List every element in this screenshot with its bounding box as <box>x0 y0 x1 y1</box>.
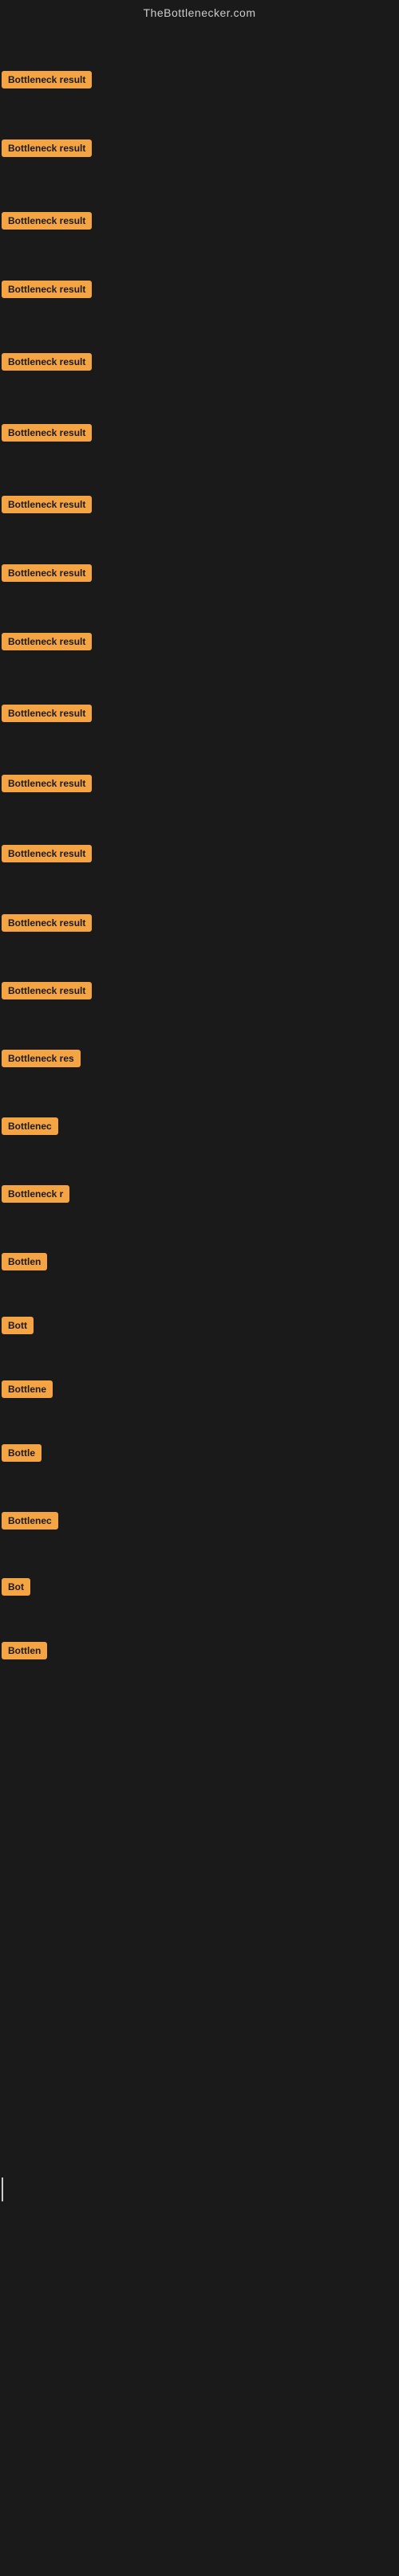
bottleneck-item[interactable]: Bottleneck result <box>2 281 92 302</box>
bottleneck-item[interactable]: Bottleneck result <box>2 564 92 586</box>
bottleneck-badge: Bottleneck result <box>2 212 92 230</box>
bottleneck-item[interactable]: Bottleneck result <box>2 212 92 234</box>
bottleneck-item[interactable]: Bottle <box>2 1444 41 1466</box>
bottleneck-badge: Bottleneck result <box>2 353 92 371</box>
bottleneck-item[interactable]: Bottleneck result <box>2 353 92 375</box>
bottleneck-item[interactable]: Bottleneck result <box>2 71 92 92</box>
bottleneck-badge: Bott <box>2 1317 34 1334</box>
bottleneck-item[interactable]: Bot <box>2 1578 30 1600</box>
bottleneck-badge: Bottleneck result <box>2 496 92 513</box>
bottleneck-badge: Bottlen <box>2 1642 47 1659</box>
bottleneck-badge: Bottleneck result <box>2 914 92 932</box>
bottleneck-item[interactable]: Bottleneck result <box>2 845 92 866</box>
bottleneck-badge: Bottlenec <box>2 1117 58 1135</box>
bottleneck-badge: Bottlene <box>2 1380 53 1398</box>
bottleneck-badge: Bottleneck result <box>2 633 92 650</box>
site-title: TheBottlenecker.com <box>0 0 399 26</box>
bottleneck-badge: Bottleneck result <box>2 424 92 442</box>
bottleneck-item[interactable]: Bottlenec <box>2 1512 58 1533</box>
bottleneck-badge: Bottleneck result <box>2 845 92 862</box>
bottleneck-badge: Bottleneck result <box>2 982 92 999</box>
bottleneck-badge: Bottleneck result <box>2 281 92 298</box>
bottleneck-item[interactable]: Bottleneck res <box>2 1050 81 1071</box>
bottleneck-badge: Bottleneck result <box>2 564 92 582</box>
cursor-line <box>2 2177 3 2201</box>
bottleneck-item[interactable]: Bottlenec <box>2 1117 58 1139</box>
bottleneck-badge: Bottleneck result <box>2 139 92 157</box>
bottleneck-item[interactable]: Bottleneck result <box>2 775 92 796</box>
bottleneck-badge: Bottlenec <box>2 1512 58 1530</box>
bottleneck-badge: Bottleneck r <box>2 1185 69 1203</box>
bottleneck-item[interactable]: Bottleneck result <box>2 705 92 726</box>
bottleneck-badge: Bottleneck res <box>2 1050 81 1067</box>
bottleneck-badge: Bot <box>2 1578 30 1596</box>
bottleneck-item[interactable]: Bottleneck result <box>2 982 92 1003</box>
bottleneck-item[interactable]: Bottlen <box>2 1253 47 1274</box>
bottleneck-item[interactable]: Bottleneck result <box>2 496 92 517</box>
bottleneck-badge: Bottleneck result <box>2 775 92 792</box>
bottleneck-item[interactable]: Bott <box>2 1317 34 1338</box>
bottleneck-item[interactable]: Bottleneck result <box>2 139 92 161</box>
bottleneck-list: Bottleneck result Bottleneck result Bottle… <box>0 26 399 2576</box>
bottleneck-item[interactable]: Bottleneck result <box>2 914 92 936</box>
bottleneck-item[interactable]: Bottleneck result <box>2 424 92 446</box>
bottleneck-item[interactable]: Bottlen <box>2 1642 47 1663</box>
bottleneck-badge: Bottle <box>2 1444 41 1462</box>
bottleneck-item[interactable]: Bottleneck result <box>2 633 92 654</box>
bottleneck-badge: Bottlen <box>2 1253 47 1270</box>
bottleneck-item[interactable]: Bottleneck r <box>2 1185 69 1207</box>
bottleneck-badge: Bottleneck result <box>2 71 92 88</box>
bottleneck-badge: Bottleneck result <box>2 705 92 722</box>
bottleneck-item[interactable]: Bottlene <box>2 1380 53 1402</box>
